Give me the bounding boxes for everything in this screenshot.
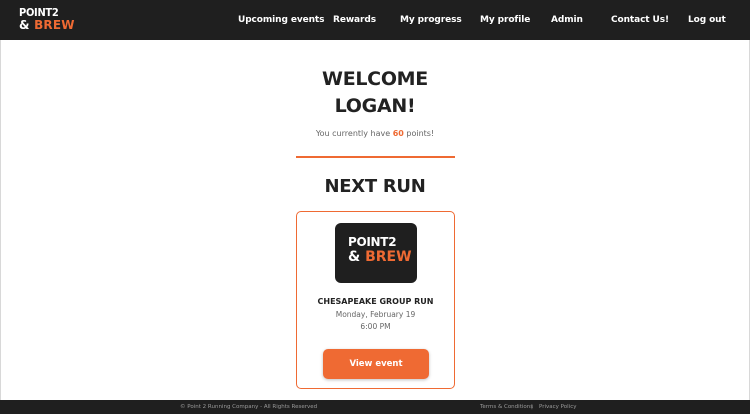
event-logo: POINT2 & BREW <box>335 223 417 283</box>
event-logo-point2: POINT2 <box>348 235 397 249</box>
points-value: 60 <box>392 129 404 138</box>
next-run-heading: NEXT RUN <box>324 176 426 197</box>
nav-admin[interactable]: Admin <box>551 13 583 27</box>
footer-privacy-link[interactable]: Privacy Policy <box>539 402 576 412</box>
welcome-heading: WELCOME LOGAN! <box>0 66 750 120</box>
event-logo-ampersand: & <box>348 249 361 265</box>
logo-brew-text: BREW <box>34 18 75 32</box>
points-prefix: You currently have <box>315 129 391 138</box>
footer-separator: | <box>531 404 533 410</box>
top-nav-bar: POINT2 & BREW Upcoming events Rewards My… <box>0 0 750 40</box>
event-date: Monday, February 19 <box>335 310 416 319</box>
logo-brew-line: & BREW <box>19 18 74 32</box>
view-event-button[interactable]: View event <box>323 349 429 379</box>
nav-upcoming-events[interactable]: Upcoming events <box>238 13 324 27</box>
welcome-line-1: WELCOME <box>322 68 428 90</box>
footer-copyright: © Point 2 Running Company - All Rights R… <box>180 404 318 410</box>
section-divider <box>296 156 455 158</box>
nav-my-profile[interactable]: My profile <box>480 13 530 27</box>
nav-rewards[interactable]: Rewards <box>333 13 376 27</box>
nav-contact-us[interactable]: Contact Us! <box>611 13 669 27</box>
event-logo-brew: BREW <box>365 249 412 265</box>
next-run-event-card: POINT2 & BREW CHESAPEAKE GROUP RUN Monda… <box>296 211 455 389</box>
welcome-line-2: LOGAN! <box>334 95 416 117</box>
event-time: 6:00 PM <box>360 322 391 331</box>
footer-bar: © Point 2 Running Company - All Rights R… <box>0 400 750 414</box>
points-summary: You currently have 60 points! <box>0 128 750 140</box>
nav-log-out[interactable]: Log out <box>688 13 726 27</box>
event-logo-brew-line: & BREW <box>348 249 417 266</box>
brand-logo[interactable]: POINT2 & BREW <box>19 7 74 33</box>
event-title: CHESAPEAKE GROUP RUN <box>317 297 434 306</box>
footer-terms-link[interactable]: Terms & Conditions <box>480 402 533 412</box>
logo-ampersand: & <box>19 18 30 32</box>
nav-my-progress[interactable]: My progress <box>400 13 462 27</box>
points-suffix: points! <box>406 129 435 138</box>
